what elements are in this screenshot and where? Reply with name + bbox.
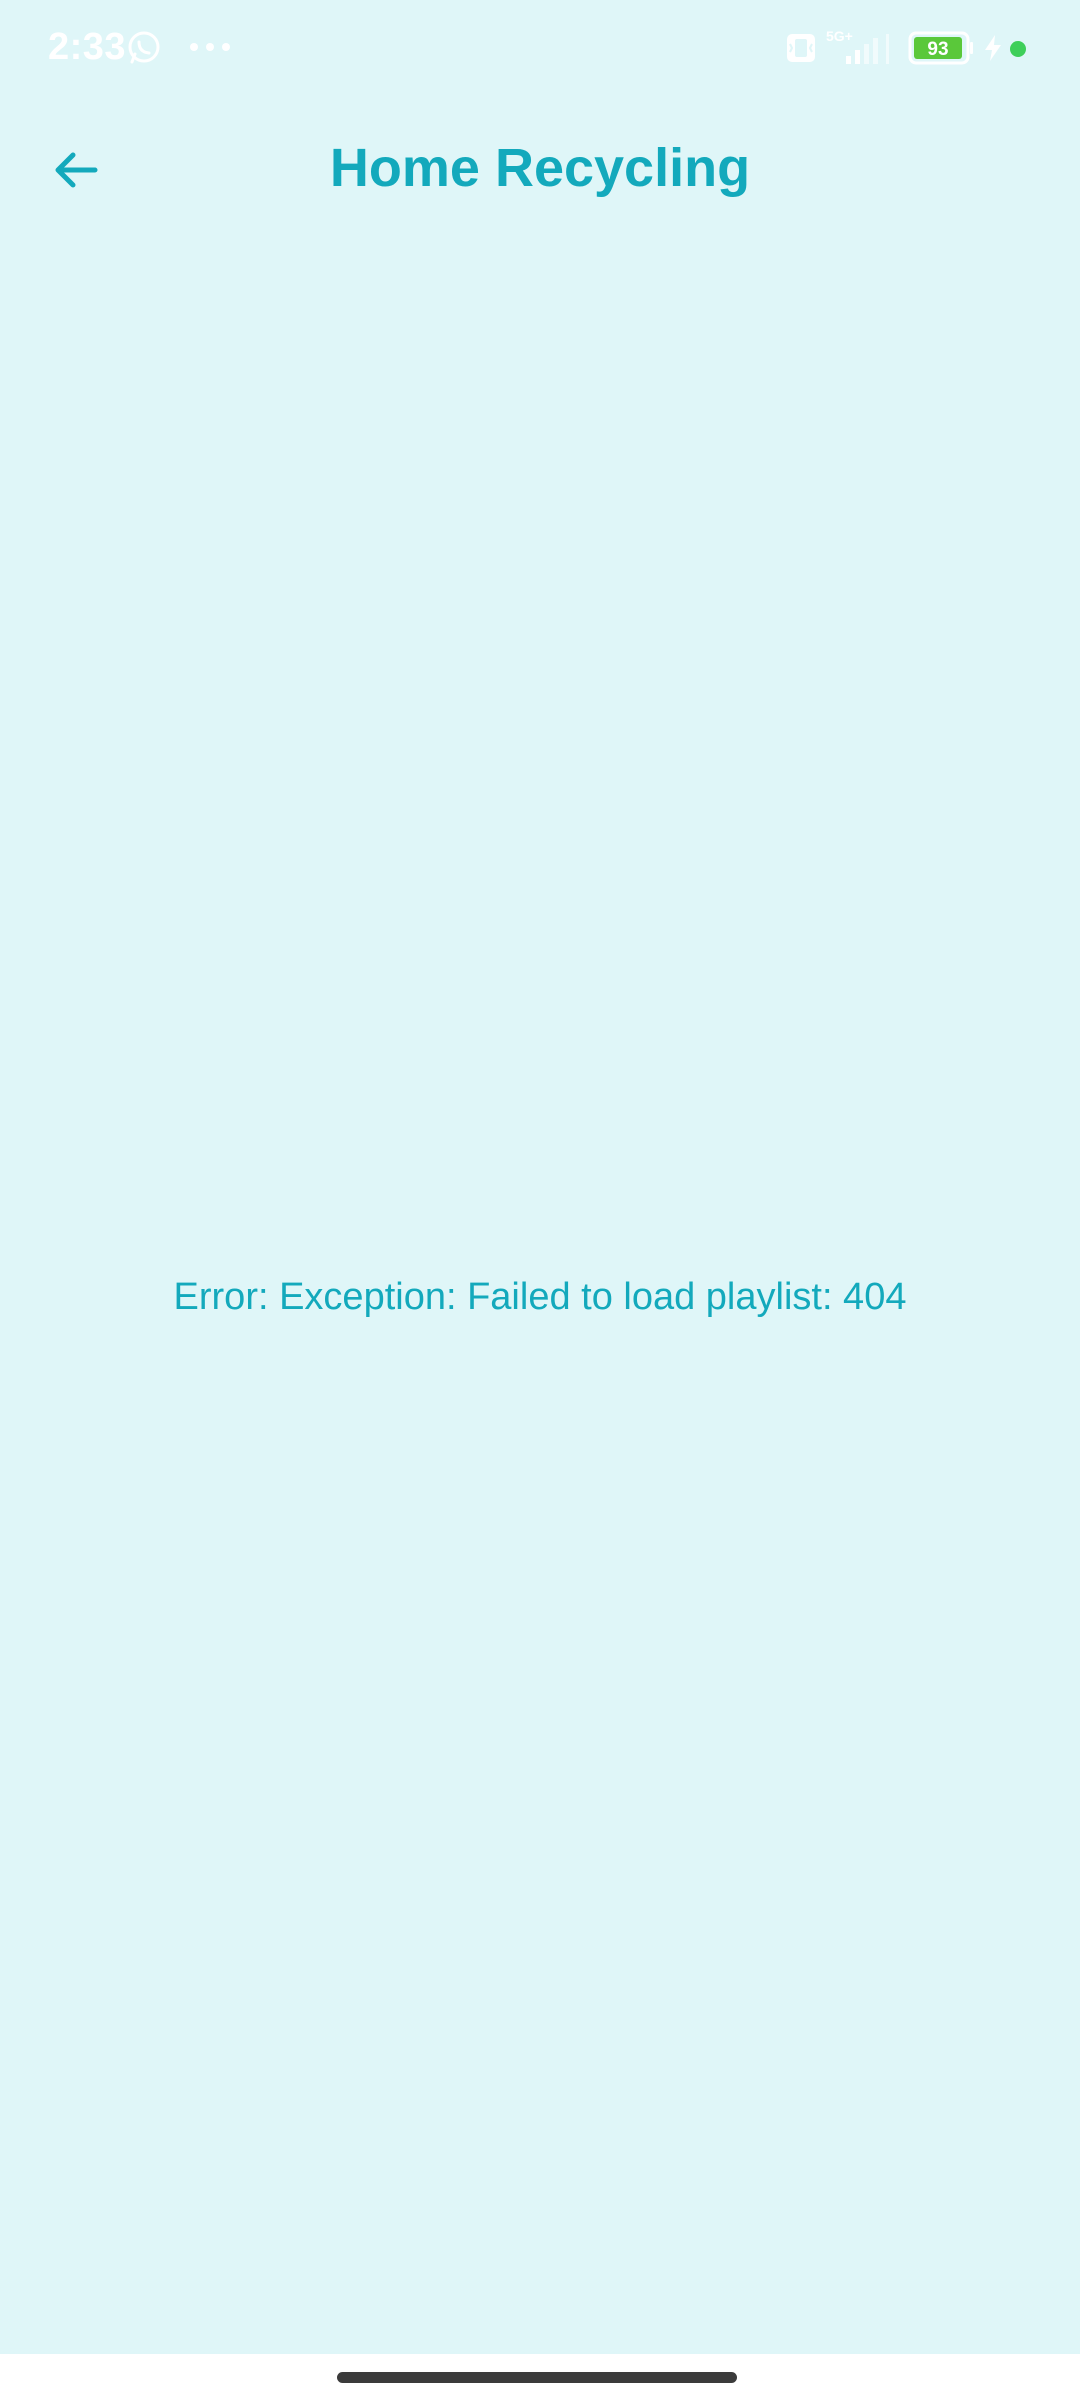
error-message: Error: Exception: Failed to load playlis…: [173, 1276, 907, 1318]
battery-level: 93: [927, 39, 948, 60]
battery-icon: 93: [908, 31, 973, 65]
app-bar: Home Recycling: [0, 110, 1080, 230]
whatsapp-icon: [128, 31, 160, 64]
status-dot: [1010, 41, 1026, 57]
more-dots-icon: [190, 43, 230, 51]
charging-icon: [985, 35, 1001, 61]
home-indicator[interactable]: [337, 2372, 737, 2383]
vibrate-icon: [787, 34, 815, 62]
network-type-label: 5G+: [826, 28, 853, 44]
status-time: 2:33: [48, 26, 127, 68]
page-title: Home Recycling: [329, 138, 751, 198]
status-bar: 2:33 5G+ 93: [0, 0, 1080, 100]
navigation-bar: [0, 2354, 1080, 2400]
signal-icon: 5G+: [826, 28, 889, 64]
